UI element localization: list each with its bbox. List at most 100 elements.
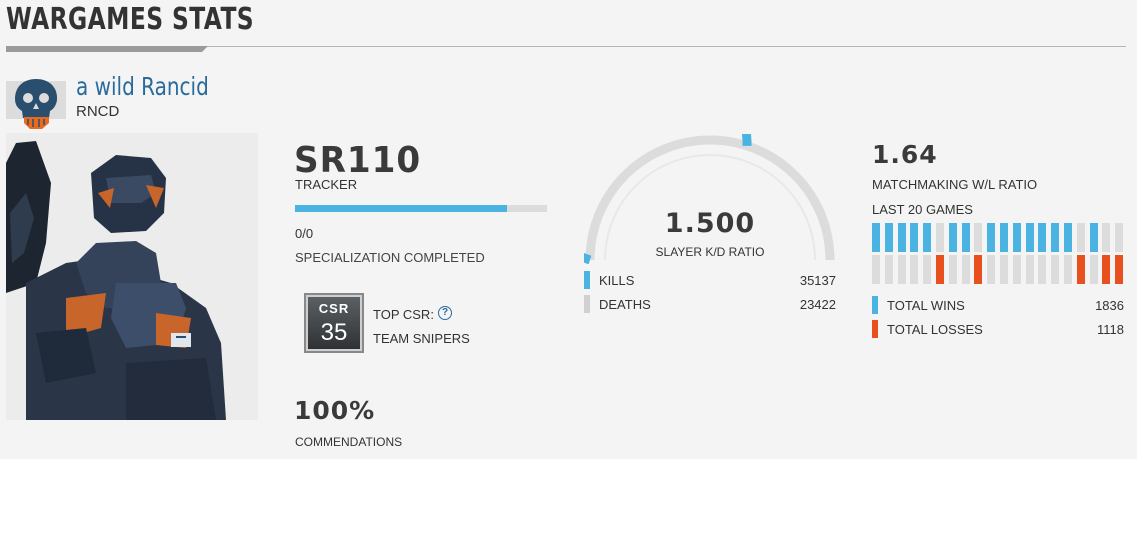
game-loss-segment <box>884 255 893 284</box>
game-result-5 <box>923 223 932 284</box>
kills-swatch <box>584 271 590 289</box>
title-divider-accent <box>6 46 208 52</box>
csr-playlist: TEAM SNIPERS <box>373 331 470 346</box>
game-win-segment <box>884 223 893 252</box>
last20-games-strip <box>872 223 1127 284</box>
player-service-tag: RNCD <box>76 103 120 120</box>
game-win-segment <box>1000 223 1008 252</box>
csr-badge-value: 35 <box>320 319 348 346</box>
deaths-value: 23422 <box>799 297 836 312</box>
game-result-2 <box>884 223 893 284</box>
spartan-avatar <box>6 133 258 420</box>
skull-emblem-icon[interactable] <box>6 73 66 131</box>
game-loss-segment <box>961 255 970 284</box>
losses-swatch <box>872 320 878 338</box>
specialization-label: SPECIALIZATION COMPLETED <box>295 250 485 265</box>
game-result-16 <box>1064 223 1072 284</box>
game-loss-segment <box>1038 255 1047 284</box>
total-losses-value: 1118 <box>1097 322 1124 337</box>
game-win-segment <box>897 223 906 252</box>
game-result-3 <box>897 223 906 284</box>
deaths-swatch <box>584 295 590 313</box>
game-loss-segment <box>1012 255 1021 284</box>
csr-badge[interactable]: CSR 35 <box>304 293 364 353</box>
game-win-segment <box>987 223 996 252</box>
game-result-15 <box>1051 223 1060 284</box>
page-title: WARGAMES STATS <box>6 2 255 37</box>
game-win-segment <box>923 223 932 252</box>
game-loss-segment <box>872 255 880 284</box>
game-win-segment <box>1051 223 1060 252</box>
game-win-segment <box>948 223 957 252</box>
game-result-8 <box>961 223 970 284</box>
game-loss-segment <box>1000 255 1008 284</box>
game-result-1 <box>872 223 880 284</box>
csr-badge-text: CSR <box>318 301 350 316</box>
game-win-segment <box>872 223 880 252</box>
game-loss-segment <box>987 255 996 284</box>
last20-label: LAST 20 GAMES <box>872 202 973 217</box>
commendations-label: COMMENDATIONS <box>295 435 403 449</box>
wins-swatch <box>872 296 878 314</box>
game-win-segment <box>1038 223 1047 252</box>
game-loss-segment <box>1025 255 1034 284</box>
kills-value: 35137 <box>799 273 836 288</box>
game-loss-segment <box>936 255 944 284</box>
game-result-12 <box>1012 223 1021 284</box>
game-result-17 <box>1076 223 1085 284</box>
game-win-segment <box>1089 223 1098 252</box>
rank-progress-fill <box>295 205 507 212</box>
spartan-rank-value: SR110 <box>294 140 422 181</box>
question-circle-icon[interactable]: ? <box>438 306 452 320</box>
deaths-row: DEATHS 23422 <box>584 295 836 313</box>
kd-ratio-value: 1.500 <box>664 208 756 239</box>
game-result-11 <box>1000 223 1008 284</box>
game-result-4 <box>910 223 919 284</box>
game-win-segment <box>936 223 944 252</box>
game-win-segment <box>1012 223 1021 252</box>
game-win-segment <box>910 223 919 252</box>
game-result-13 <box>1025 223 1034 284</box>
total-wins-value: 1836 <box>1095 298 1124 313</box>
rank-progress-bar <box>295 205 547 212</box>
game-win-segment <box>1025 223 1034 252</box>
game-win-segment <box>1064 223 1072 252</box>
game-loss-segment <box>897 255 906 284</box>
game-loss-segment <box>948 255 957 284</box>
deaths-label: DEATHS <box>599 297 651 312</box>
game-loss-segment <box>1102 255 1111 284</box>
game-result-10 <box>987 223 996 284</box>
game-loss-segment <box>974 255 983 284</box>
player-gamertag[interactable]: a wild Rancid <box>76 72 209 101</box>
game-result-20 <box>1115 223 1124 284</box>
top-csr-label: TOP CSR: <box>373 307 434 322</box>
game-result-9 <box>974 223 983 284</box>
game-result-18 <box>1089 223 1098 284</box>
game-loss-segment <box>1076 255 1085 284</box>
total-losses-label: TOTAL LOSSES <box>887 322 983 337</box>
game-win-segment <box>1102 223 1111 252</box>
game-loss-segment <box>923 255 932 284</box>
tracker-label: TRACKER <box>295 177 358 192</box>
total-losses-row: TOTAL LOSSES 1118 <box>872 320 1124 338</box>
kd-gauge-track <box>585 135 835 261</box>
game-result-7 <box>948 223 957 284</box>
specialization-count: 0/0 <box>295 226 314 241</box>
total-wins-row: TOTAL WINS 1836 <box>872 296 1124 314</box>
kills-row: KILLS 35137 <box>584 271 836 289</box>
wl-ratio-label: MATCHMAKING W/L RATIO <box>872 177 1038 192</box>
game-loss-segment <box>1051 255 1060 284</box>
game-result-14 <box>1038 223 1047 284</box>
commendations-value: 100% <box>294 396 376 425</box>
game-win-segment <box>974 223 983 252</box>
game-win-segment <box>1115 223 1124 252</box>
game-win-segment <box>961 223 970 252</box>
wl-ratio-value: 1.64 <box>872 140 938 169</box>
game-loss-segment <box>1089 255 1098 284</box>
game-loss-segment <box>1115 255 1124 284</box>
game-loss-segment <box>1064 255 1072 284</box>
game-loss-segment <box>910 255 919 284</box>
game-result-6 <box>936 223 944 284</box>
game-result-19 <box>1102 223 1111 284</box>
total-wins-label: TOTAL WINS <box>887 298 965 313</box>
